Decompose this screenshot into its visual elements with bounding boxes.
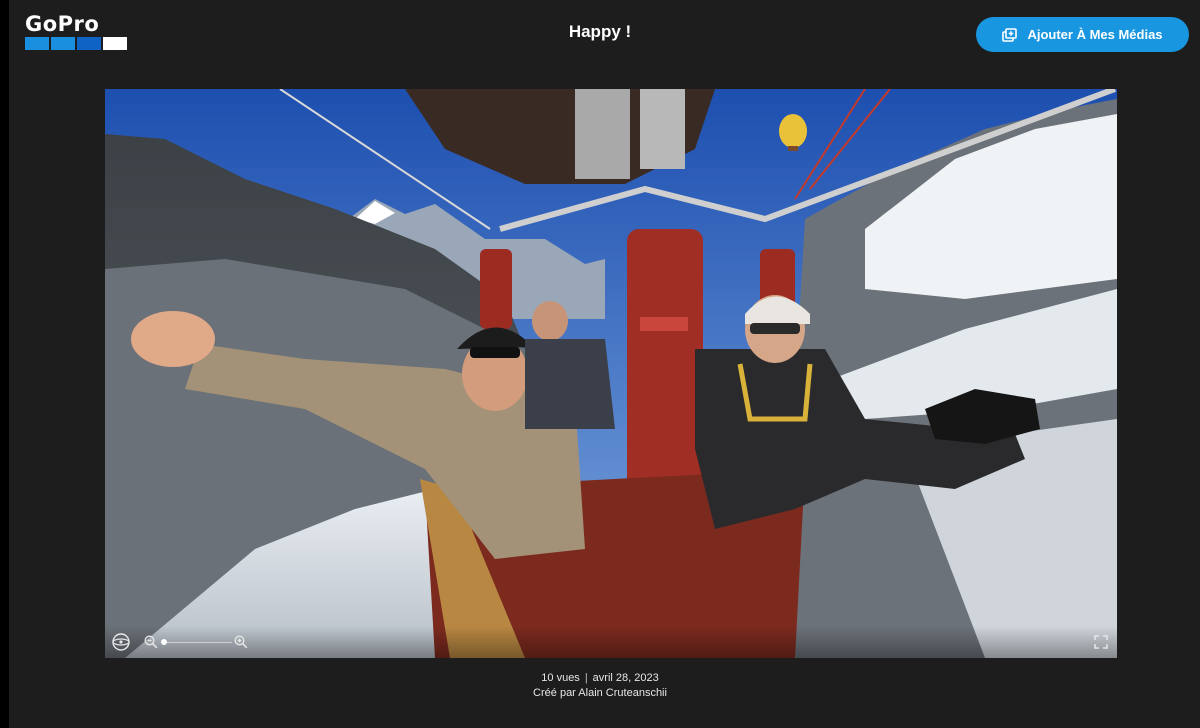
zoom-slider-handle[interactable]	[161, 639, 167, 645]
fullscreen-icon[interactable]	[1094, 635, 1108, 654]
logo-square-4	[103, 37, 127, 50]
media-meta: 10 vues | avril 28, 2023 Créé par Alain Cr…	[0, 671, 1200, 701]
add-to-media-label: Ajouter À Mes Médias	[1027, 27, 1163, 42]
page: GoPro Happy ! Ajouter À Mes Médias 10 vu…	[0, 0, 1200, 728]
logo-squares	[25, 37, 127, 50]
zoom-out-icon[interactable]	[144, 635, 158, 654]
media-image	[105, 89, 1117, 658]
upload-date: avril 28, 2023	[592, 672, 659, 684]
view-mode-icon[interactable]	[111, 632, 131, 657]
logo-square-1	[25, 37, 49, 50]
meta-separator: |	[584, 672, 588, 684]
gopro-logo[interactable]: GoPro	[25, 12, 129, 52]
logo-square-2	[51, 37, 75, 50]
zoom-slider-track[interactable]	[162, 642, 232, 643]
creator-credit: Créé par Alain Cruteanschii	[533, 687, 667, 699]
media-viewer[interactable]	[105, 89, 1117, 658]
add-media-icon	[1002, 27, 1018, 42]
media-stats: 10 vues | avril 28, 2023	[0, 671, 1200, 686]
logo-square-3	[77, 37, 101, 50]
logo-text: GoPro	[25, 12, 100, 36]
viewer-controls	[105, 626, 1117, 658]
window-edge	[0, 0, 9, 728]
zoom-in-icon[interactable]	[234, 635, 248, 654]
add-to-media-button[interactable]: Ajouter À Mes Médias	[976, 17, 1189, 52]
view-count: 10 vues	[541, 672, 580, 684]
